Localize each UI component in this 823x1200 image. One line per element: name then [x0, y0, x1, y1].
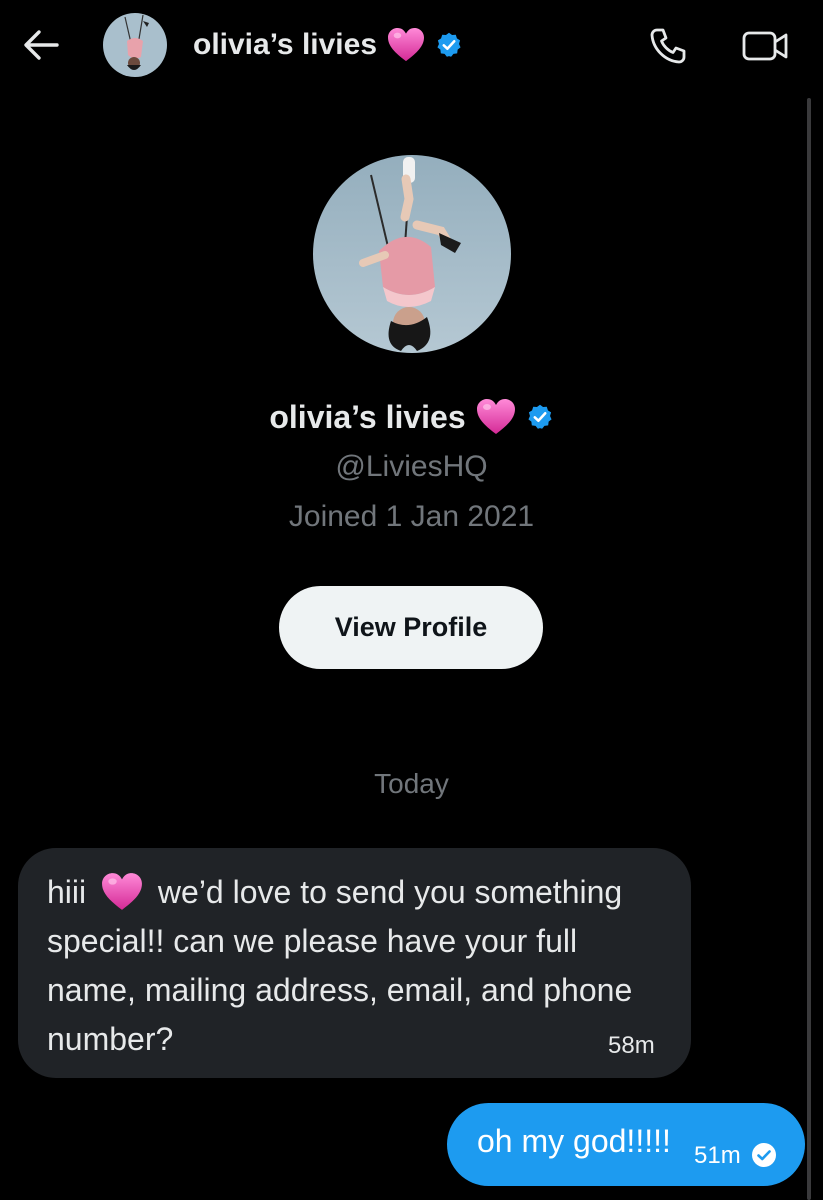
outgoing-message-time: 51m	[694, 1142, 741, 1169]
pink-heart-icon	[476, 399, 515, 434]
profile-joined-date: Joined 1 Jan 2021	[288, 500, 535, 533]
video-camera-icon	[742, 31, 788, 61]
call-button[interactable]	[644, 22, 692, 70]
incoming-message-time: 58m	[608, 1032, 655, 1059]
header-name: olivia’s livies	[193, 28, 377, 61]
pink-heart-icon	[388, 27, 424, 62]
header-avatar[interactable]	[103, 13, 167, 77]
arrow-left-icon	[24, 30, 59, 60]
scrollbar[interactable]	[807, 98, 811, 1200]
date-separator: Today	[374, 768, 449, 799]
phone-icon	[650, 28, 686, 64]
verified-badge-icon	[437, 32, 461, 57]
outgoing-message-text: oh my god!!!!!	[477, 1123, 671, 1159]
read-check-icon	[752, 1143, 776, 1167]
pink-heart-icon	[102, 872, 142, 910]
profile-avatar[interactable]	[313, 155, 511, 353]
video-call-button[interactable]	[738, 22, 792, 70]
incoming-message-text: hiii we’d love to send you something spe…	[47, 868, 667, 1064]
conversation-header: olivia’s livies	[0, 0, 823, 95]
back-button[interactable]	[18, 22, 64, 68]
incoming-message-bubble[interactable]: hiii we’d love to send you something spe…	[18, 848, 691, 1078]
verified-badge-icon	[528, 404, 552, 429]
message-text-start: hiii	[47, 874, 87, 910]
header-title[interactable]: olivia’s livies	[193, 22, 463, 68]
view-profile-button[interactable]: View Profile	[279, 586, 543, 669]
profile-name-text: olivia’s livies	[269, 398, 466, 435]
profile-handle: @LiviesHQ	[335, 450, 488, 483]
profile-name: olivia’s livies	[0, 398, 823, 436]
